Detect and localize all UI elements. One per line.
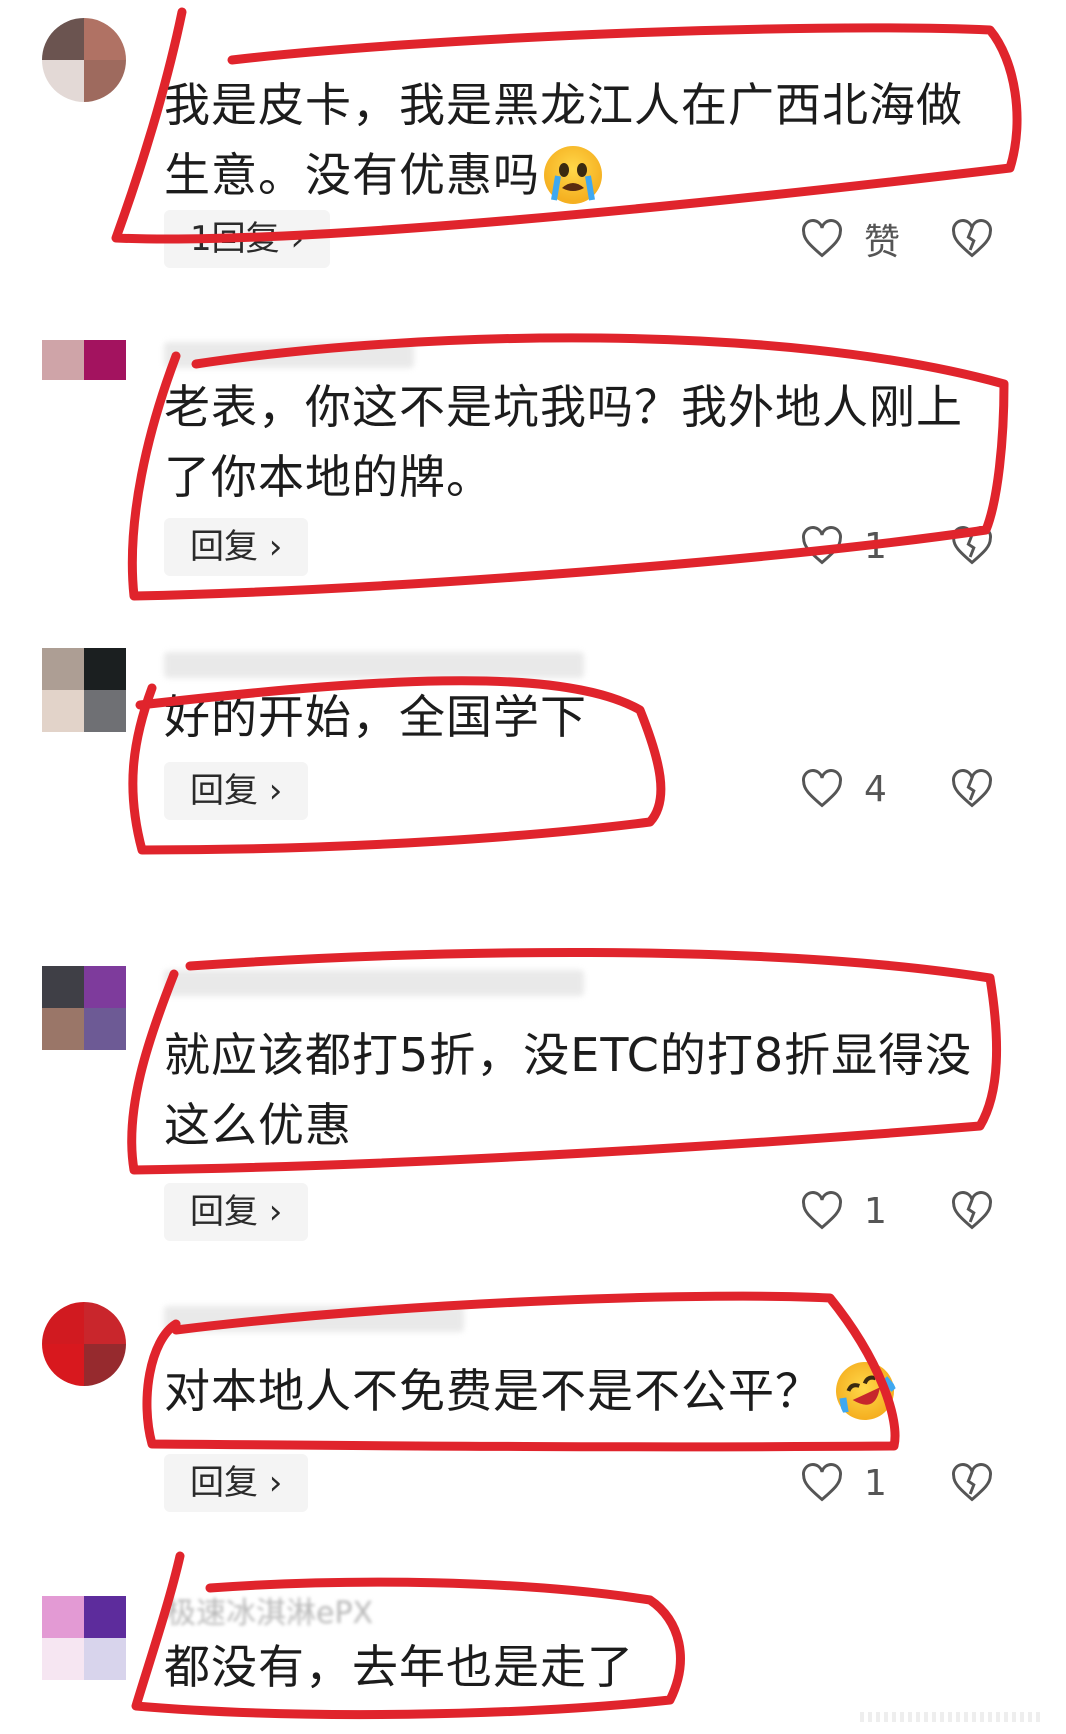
broken-heart-icon[interactable]	[950, 1461, 994, 1505]
heart-icon	[802, 526, 842, 565]
avatar[interactable]	[42, 1596, 126, 1680]
blurred-username	[164, 342, 414, 368]
blurred-username	[164, 652, 584, 678]
comment-text: 就应该都打5折，没ETC的打8折显得没 这么优惠	[164, 1028, 973, 1152]
reply-button[interactable]: 回复 ›	[164, 1183, 309, 1241]
comment-text: 都没有，去年也是走了	[164, 1640, 634, 1694]
heart-icon	[802, 1463, 842, 1502]
avatar[interactable]	[42, 648, 126, 732]
username: 极速冰淇淋ePX	[166, 1596, 374, 1631]
like-button[interactable]: 1	[800, 521, 887, 571]
reply-button[interactable]: 1回复 ›	[164, 210, 331, 268]
like-button[interactable]: 4	[800, 764, 887, 814]
comment-text: 好的开始，全国学下	[164, 690, 587, 744]
heart-icon	[802, 219, 842, 258]
blurred-username	[164, 1306, 464, 1332]
reply-button[interactable]: 回复 ›	[164, 762, 309, 820]
blurred-username	[164, 970, 584, 996]
laughing-crying-face-icon	[826, 1351, 904, 1430]
avatar[interactable]	[42, 18, 126, 102]
like-button[interactable]: 1	[800, 1186, 887, 1236]
avatar[interactable]	[42, 340, 126, 380]
avatar[interactable]	[42, 966, 126, 1050]
like-button[interactable]: 赞	[800, 214, 900, 264]
avatar[interactable]	[42, 1302, 126, 1386]
comment-text: 老表，你这不是坑我吗？我外地人刚上 了你本地的牌。	[164, 380, 963, 504]
like-button[interactable]: 1	[800, 1458, 887, 1508]
broken-heart-icon[interactable]	[950, 767, 994, 811]
reply-button[interactable]: 回复 ›	[164, 518, 309, 576]
comment-text: 我是皮卡，我是黑龙江人在广西北海做 生意。没有优惠吗	[164, 78, 963, 204]
heart-icon	[802, 769, 842, 808]
broken-heart-icon[interactable]	[950, 217, 994, 261]
comment-text: 对本地人不免费是不是不公平？	[164, 1351, 904, 1430]
broken-heart-icon[interactable]	[950, 1189, 994, 1233]
reply-button[interactable]: 回复 ›	[164, 1454, 309, 1512]
crying-face-icon	[544, 145, 602, 204]
broken-heart-icon[interactable]	[950, 524, 994, 568]
heart-icon	[802, 1191, 842, 1230]
watermark	[860, 1712, 1040, 1722]
red-annotation-loops	[111, 7, 1022, 1720]
